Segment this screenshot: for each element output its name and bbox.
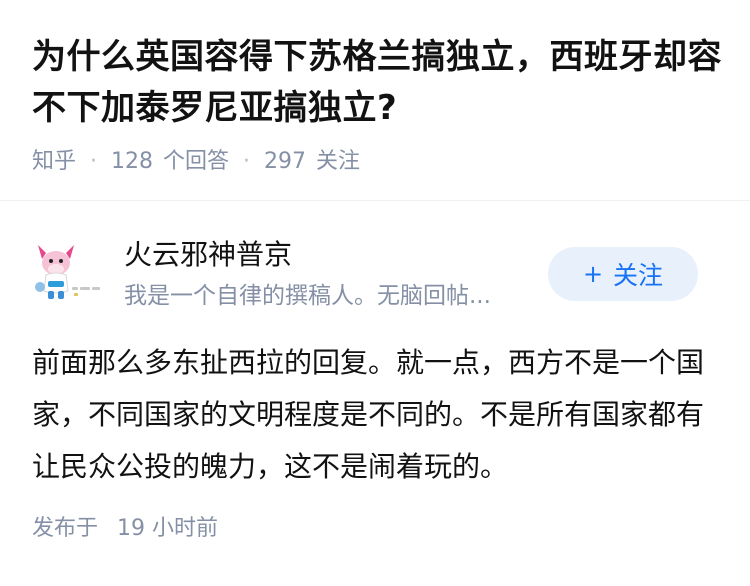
time-value: 19 [117, 516, 146, 541]
time-unit: 小时前 [152, 516, 219, 541]
author-bio: 我是一个自律的撰稿人。无脑回帖... [124, 283, 491, 309]
cartoon-avatar-icon [35, 245, 100, 299]
follower-count-label: 关注 [316, 149, 361, 174]
follow-button-label: 关注 [613, 261, 664, 290]
author-name[interactable]: 火云邪神普京 [124, 235, 292, 275]
plus-icon: + [582, 260, 604, 288]
answer-timestamp: 发布于 19 小时前 [32, 513, 218, 545]
follow-button[interactable]: + 关注 [548, 247, 698, 301]
meta-separator: · [90, 149, 98, 174]
source-label[interactable]: 知乎 [32, 146, 76, 178]
author-info: 火云邪神普京 我是一个自律的撰稿人。无脑回帖... + 关注 [0, 201, 750, 311]
question-title[interactable]: 为什么英国容得下苏格兰搞独立，西班牙却容不下加泰罗尼亚搞独立? [32, 32, 722, 134]
avatar[interactable] [32, 243, 104, 303]
answer-count-label: 个回答 [163, 149, 230, 174]
answer-content[interactable]: 前面那么多东扯西拉的回复。就一点，西方不是一个国家，不同国家的文明程度是不同的。… [32, 337, 712, 493]
answer-count: 128 [111, 149, 154, 174]
time-prefix: 发布于 [32, 516, 99, 541]
answer-card: 火云邪神普京 我是一个自律的撰稿人。无脑回帖... + 关注 前面那么多东扯西拉… [0, 201, 750, 541]
zhihu-page: 为什么英国容得下苏格兰搞独立，西班牙却容不下加泰罗尼亚搞独立? 知乎 · 128… [0, 0, 750, 586]
meta-separator: · [243, 149, 251, 174]
question-meta: 知乎 · 128 个回答 · 297 关注 [32, 146, 718, 178]
follower-count: 297 [264, 149, 307, 174]
question-header: 为什么英国容得下苏格兰搞独立，西班牙却容不下加泰罗尼亚搞独立? 知乎 · 128… [0, 0, 750, 178]
